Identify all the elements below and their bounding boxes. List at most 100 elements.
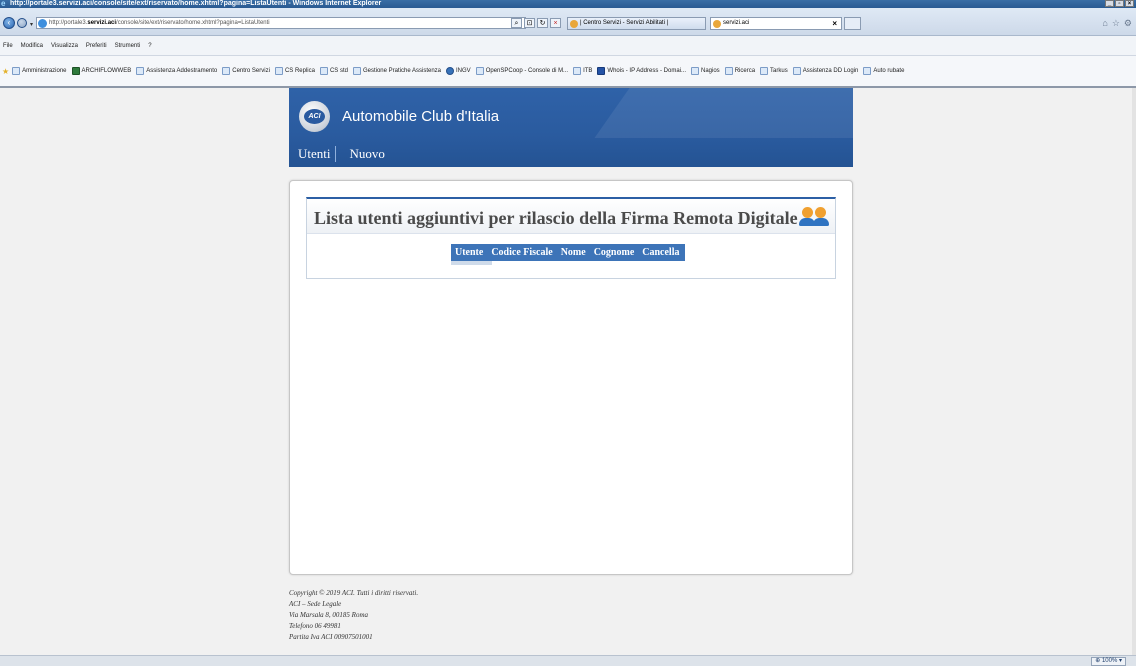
page-icon: [136, 67, 145, 75]
favorite-link[interactable]: CS std: [319, 67, 348, 75]
menu-file[interactable]: File: [3, 43, 13, 49]
favorite-label: ARCHIFLOWWEB: [81, 68, 132, 74]
users-group-icon: [799, 205, 829, 227]
favorite-link[interactable]: Assistenza Addestramento: [136, 67, 217, 75]
favorite-link[interactable]: Gestione Pratiche Assistenza: [352, 67, 442, 75]
tab-favicon-icon: [713, 20, 721, 28]
users-table-empty-row: [451, 261, 492, 265]
nav-nuovo[interactable]: Nuovo: [350, 146, 385, 162]
favorite-link[interactable]: Tarkus: [760, 67, 788, 75]
url-path: /console/site/ext/riservato/home.xhtml?p…: [116, 20, 270, 26]
favorite-link[interactable]: Nagios: [691, 67, 720, 75]
home-icon[interactable]: ⌂: [1102, 18, 1107, 29]
history-dropdown-icon[interactable]: ▾: [30, 21, 33, 28]
tab-centro-servizi[interactable]: | Centro Servizi - Servizi Abilitati |: [567, 17, 706, 30]
ie-logo-icon: e: [1, 0, 6, 8]
column-header-cancella[interactable]: Cancella: [642, 247, 679, 258]
page-icon: [352, 67, 361, 75]
aci-logo[interactable]: ACI: [299, 101, 330, 132]
menu-preferiti[interactable]: Preferiti: [86, 43, 107, 49]
zoom-control[interactable]: ⊕ 100% ▾: [1091, 657, 1126, 666]
gear-icon[interactable]: ⚙: [1124, 18, 1132, 29]
tab-label: servizi.aci: [723, 20, 750, 26]
favorite-link[interactable]: Auto rubate: [863, 67, 904, 75]
favorite-link[interactable]: OpenSPCoop - Console di M...: [475, 67, 569, 75]
favorite-label: Gestione Pratiche Assistenza: [362, 68, 442, 74]
site-footer: Copyright © 2019 ACI. Tutti i diritti ri…: [289, 588, 418, 643]
favorite-link[interactable]: Amministrazione: [12, 67, 67, 75]
column-header-cognome[interactable]: Cognome: [594, 247, 635, 258]
back-button[interactable]: ‹: [3, 17, 15, 29]
favorite-label: OpenSPCoop - Console di M...: [485, 68, 569, 74]
menu-help[interactable]: ?: [148, 43, 151, 49]
favorite-label: Assistenza Addestramento: [146, 68, 218, 74]
maximize-button[interactable]: ▫: [1115, 0, 1124, 7]
favorite-link[interactable]: Centro Servizi: [222, 67, 270, 75]
menu-bar: File Modifica Visualizza Preferiti Strum…: [0, 36, 1136, 56]
menu-visualizza[interactable]: Visualizza: [51, 43, 78, 49]
favorite-link[interactable]: ITB: [573, 67, 592, 75]
archiflow-icon: [71, 67, 80, 75]
footer-phone: Telefono 06 49981: [289, 622, 341, 630]
favorite-label: ITB: [583, 68, 593, 74]
column-header-nome[interactable]: Nome: [561, 247, 586, 258]
navigation-bar: ‹ ▾ http://portale3.servizi.aci/console/…: [0, 8, 1136, 36]
favorites-bar: ★ Amministrazione ARCHIFLOWWEB Assistenz…: [0, 56, 1136, 88]
stop-icon[interactable]: ×: [550, 18, 561, 28]
menu-strumenti[interactable]: Strumenti: [115, 43, 141, 49]
favorite-link[interactable]: ARCHIFLOWWEB: [71, 67, 132, 75]
status-bar: ⊕ 100% ▾: [0, 655, 1136, 666]
page-icon: [691, 67, 699, 75]
favorite-label: Centro Servizi: [232, 68, 270, 74]
page-icon: [222, 67, 231, 75]
favorite-label: Ricerca: [734, 68, 756, 74]
favorite-link[interactable]: CS Replica: [274, 67, 315, 75]
site-favicon-icon: [38, 19, 47, 28]
site-nav: Utenti Nuovo: [298, 146, 385, 162]
new-tab-button[interactable]: [844, 17, 861, 30]
page-icon: [760, 67, 769, 75]
favorite-link[interactable]: Whois - IP Address - Domai...: [597, 67, 686, 75]
favorite-label: Tarkus: [770, 68, 788, 74]
page-icon: [573, 67, 582, 75]
copyright-text: Copyright © 2019 ACI. Tutti i diritti ri…: [289, 589, 419, 597]
favorite-link[interactable]: Assistenza DD Login: [792, 67, 859, 75]
users-list-header: Lista utenti aggiuntivi per rilascio del…: [307, 199, 835, 234]
tab-servizi-aci[interactable]: servizi.aci ×: [710, 17, 842, 30]
menu-modifica[interactable]: Modifica: [21, 43, 43, 49]
page-icon: [792, 67, 801, 75]
favorites-star-icon[interactable]: ☆: [1112, 18, 1120, 29]
forward-button[interactable]: [17, 18, 27, 28]
site-brand: Automobile Club d'Italia: [342, 108, 500, 125]
page-title: Lista utenti aggiuntivi per rilascio del…: [314, 208, 798, 228]
favorite-label: Assistenza DD Login: [802, 68, 859, 74]
favorite-label: Auto rubate: [873, 68, 905, 74]
footer-legal-seat: ACI – Sede Legale: [289, 600, 342, 608]
column-header-utente[interactable]: Utente: [455, 247, 483, 258]
address-bar[interactable]: http://portale3.servizi.aci/console/site…: [36, 17, 526, 29]
refresh-icon[interactable]: ↻: [537, 18, 548, 28]
page-icon: [863, 67, 872, 75]
close-window-button[interactable]: ×: [1125, 0, 1134, 7]
url-prefix: http://portale3.: [49, 20, 88, 26]
search-icon[interactable]: ⌕: [511, 18, 522, 28]
compatibility-icon[interactable]: ⊡: [524, 18, 535, 28]
close-tab-icon[interactable]: ×: [832, 18, 837, 29]
page-content: ACI Automobile Club d'Italia Utenti Nuov…: [0, 88, 1136, 655]
favorite-link[interactable]: INGV: [446, 67, 471, 75]
nav-utenti[interactable]: Utenti: [298, 146, 336, 162]
tab-favicon-icon: [570, 20, 578, 28]
address-tools: ⌕ ⊡ ↻ ×: [511, 18, 561, 28]
zoom-dropdown-icon: ▾: [1118, 658, 1122, 664]
favorite-label: CS Replica: [284, 68, 315, 74]
url-domain: servizi.aci: [87, 20, 117, 26]
favorite-label: CS std: [329, 68, 348, 74]
page-scrollbar[interactable]: [1132, 88, 1136, 655]
favorite-link[interactable]: Ricerca: [724, 67, 756, 75]
page-icon: [724, 67, 733, 75]
column-header-codice-fiscale[interactable]: Codice Fiscale: [491, 247, 552, 258]
minimize-button[interactable]: _: [1105, 0, 1114, 7]
footer-address: Via Marsala 8, 00185 Roma: [289, 611, 369, 619]
favorite-label: INGV: [456, 68, 471, 74]
favorites-add-star-icon[interactable]: ★: [2, 67, 9, 76]
